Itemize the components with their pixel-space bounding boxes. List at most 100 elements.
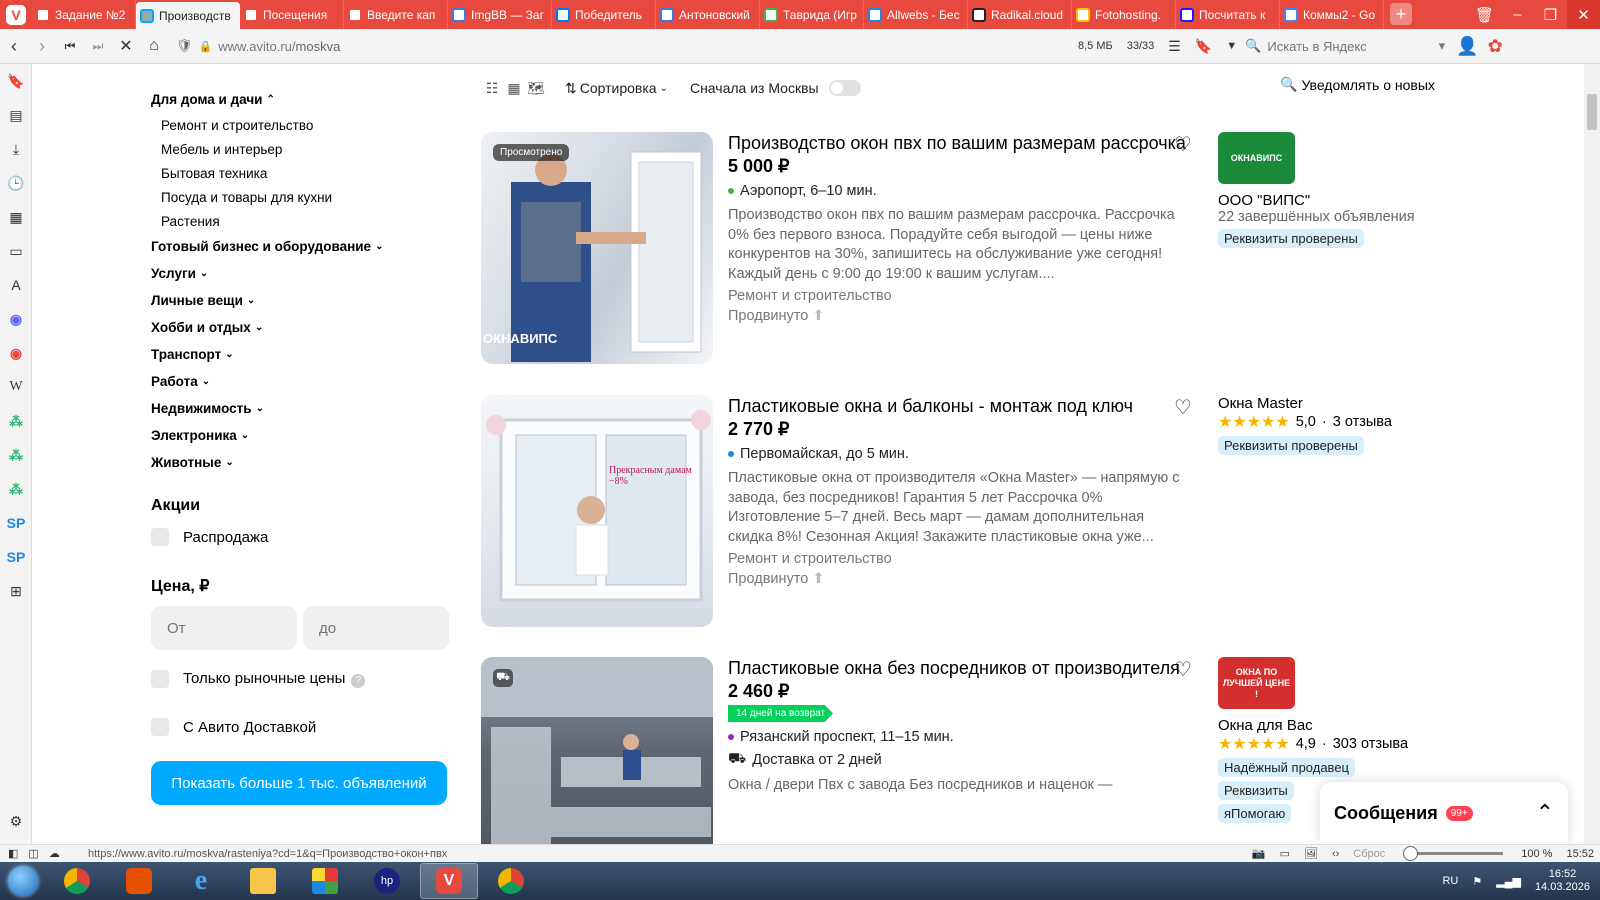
seller-name[interactable]: Окна для Вас <box>1218 717 1478 734</box>
reading-list-icon[interactable]: ▤ <box>0 98 32 132</box>
zoom-level[interactable]: 100 % <box>1521 848 1552 860</box>
trash-icon[interactable]: 🗑 <box>1468 0 1501 29</box>
notify-new-button[interactable]: 🔍 Уведомлять о новых <box>1280 76 1435 93</box>
page-scrollbar[interactable] <box>1584 64 1600 844</box>
web-panel-icon[interactable]: ⁂ <box>0 438 32 472</box>
browser-tab[interactable]: Задание №2 <box>32 0 136 29</box>
zoom-slider[interactable] <box>1403 846 1504 861</box>
listing-photo[interactable]: Прекрасным дамам −8% <box>481 395 713 627</box>
sp-panel-icon[interactable]: SP <box>0 506 32 540</box>
browser-tab[interactable]: ImgBB — Заг <box>448 0 552 29</box>
favorite-heart-icon[interactable]: ♡ <box>1174 657 1192 682</box>
grid-view-icon[interactable]: ▦ <box>503 80 525 97</box>
window-icon[interactable]: ▭ <box>1280 847 1290 860</box>
tray-flag-icon[interactable]: ⚑ <box>1472 875 1482 888</box>
listing-title[interactable]: Пластиковые окна без посредников от прои… <box>728 657 1188 679</box>
subcategory-item[interactable]: Бытовая техника <box>151 161 451 185</box>
hp-taskbar-icon[interactable]: hp <box>358 863 416 899</box>
office-taskbar-icon[interactable] <box>296 863 354 899</box>
browser-tab[interactable]: Allwebs - Бес <box>864 0 968 29</box>
extension-icon[interactable]: ✿ <box>1481 32 1509 60</box>
listing-title[interactable]: Пластиковые окна и балконы - монтаж под … <box>728 395 1188 417</box>
scrollbar-thumb[interactable] <box>1587 94 1597 130</box>
close-window-button[interactable]: ✕ <box>1567 0 1600 29</box>
category-item[interactable]: Недвижимость ⌄ <box>151 395 451 422</box>
forward-button[interactable]: › <box>28 32 56 60</box>
category-item[interactable]: Животные ⌄ <box>151 449 451 476</box>
profile-avatar-icon[interactable]: 👤 <box>1453 32 1481 60</box>
category-item[interactable]: Хобби и отдых ⌄ <box>151 314 451 341</box>
fast-forward-button[interactable]: ⏭ <box>84 32 112 60</box>
category-item[interactable]: Работа ⌄ <box>151 368 451 395</box>
browser-tab[interactable]: Производств <box>136 2 240 29</box>
window-panel-icon[interactable]: ▭ <box>0 234 32 268</box>
new-tab-button[interactable]: + <box>1390 3 1412 25</box>
category-item[interactable]: Услуги ⌄ <box>151 260 451 287</box>
panel-toggle-icon[interactable]: ◧ <box>8 847 18 860</box>
image-icon[interactable]: 🖼 <box>1304 847 1318 860</box>
stop-loading-button[interactable]: ✕ <box>112 32 140 60</box>
listing-card[interactable]: Просмотрено ОКНАВИПС Производство окон п… <box>481 132 1481 372</box>
listing-title[interactable]: Производство окон пвх по вашим размерам … <box>728 132 1188 154</box>
browser-tab[interactable]: Введите кап <box>344 0 448 29</box>
chrome-profile-taskbar-icon[interactable] <box>482 863 540 899</box>
subcategory-item[interactable]: Растения <box>151 209 451 233</box>
category-item[interactable]: Электроника ⌄ <box>151 422 451 449</box>
browser-tab[interactable]: Победитель <box>552 0 656 29</box>
zoom-slider-knob[interactable] <box>1403 846 1419 861</box>
language-indicator[interactable]: RU <box>1442 875 1458 887</box>
mastodon-icon[interactable]: ◉ <box>0 302 32 336</box>
moscow-first-toggle[interactable] <box>828 80 861 96</box>
subcategory-item[interactable]: Мебель и интерьер <box>151 137 451 161</box>
browser-tab[interactable]: Таврида (Игр <box>760 0 864 29</box>
listing-card[interactable]: Прекрасным дамам −8% Пластиковые окна и … <box>481 395 1481 635</box>
sort-dropdown[interactable]: ⇅ Сортировка ⌄ <box>565 80 668 97</box>
start-button[interactable] <box>0 862 46 900</box>
home-button[interactable]: ⌂ <box>140 32 168 60</box>
notes-icon[interactable]: ▦ <box>0 200 32 234</box>
reader-icon[interactable]: ☰ <box>1168 38 1181 55</box>
list-view-icon[interactable]: ☷ <box>481 80 503 97</box>
browser-tab[interactable]: Коммы2 - Go <box>1280 0 1384 29</box>
yandex-search-input[interactable]: 🔍 Искать в Яндекс ▾ <box>1245 38 1445 54</box>
chrome-taskbar-icon[interactable] <box>48 863 106 899</box>
rewind-button[interactable]: ⏮ <box>56 32 84 60</box>
seller-name[interactable]: Окна Master <box>1218 395 1478 412</box>
vivaldi-taskbar-icon[interactable]: V <box>420 863 478 899</box>
add-panel-icon[interactable]: ⊞ <box>0 574 32 608</box>
web-panel-icon[interactable]: ⁂ <box>0 404 32 438</box>
browser-tab[interactable]: Посчитать к <box>1176 0 1280 29</box>
code-icon[interactable]: ‹› <box>1332 848 1339 860</box>
capture-icon[interactable]: 📷 <box>1252 847 1266 860</box>
sale-checkbox-row[interactable]: Распродажа <box>151 520 451 554</box>
favorite-heart-icon[interactable]: ♡ <box>1174 395 1192 420</box>
bookmark-icon[interactable]: 🔖 <box>1195 38 1212 55</box>
search-engine-chevron-icon[interactable]: ▾ <box>1439 38 1446 54</box>
history-icon[interactable]: 🕒 <box>0 166 32 200</box>
help-icon[interactable]: ? <box>351 673 366 688</box>
chevron-up-icon[interactable]: ⌃ <box>1536 800 1554 826</box>
seller-logo[interactable]: ОКНА ПО ЛУЧШЕЙ ЦЕНЕ ! <box>1218 657 1295 709</box>
price-from-input[interactable] <box>151 606 297 650</box>
translate-icon[interactable]: A <box>0 268 32 302</box>
browser-tab[interactable]: Radikal.cloud <box>968 0 1072 29</box>
listing-photo[interactable]: ⛟ <box>481 657 713 844</box>
web-panel-icon[interactable]: ⁂ <box>0 472 32 506</box>
category-item[interactable]: Готовый бизнес и оборудование ⌄ <box>151 233 451 260</box>
messages-popup[interactable]: Сообщения 99+ ⌃ <box>1320 782 1568 844</box>
price-to-input[interactable] <box>303 606 449 650</box>
wikipedia-icon[interactable]: W <box>0 370 32 404</box>
tiling-icon[interactable]: ◫ <box>28 847 38 860</box>
market-price-checkbox-row[interactable]: Только рыночные цены? <box>151 662 451 696</box>
url-field[interactable]: 🛡 🔒 www.avito.ru/moskva <box>176 38 1046 54</box>
sp-panel-icon[interactable]: SP <box>0 540 32 574</box>
category-item[interactable]: Личные вещи ⌄ <box>151 287 451 314</box>
category-item[interactable]: Для дома и дачи ⌃ <box>151 86 451 113</box>
downloads-icon[interactable]: ⤓ <box>0 132 32 166</box>
sale-checkbox[interactable] <box>151 528 169 546</box>
seller-logo[interactable]: ОКНАВИПС <box>1218 132 1295 184</box>
favorite-heart-icon[interactable]: ♡ <box>1174 132 1192 157</box>
browser-tab[interactable]: Антоновский <box>656 0 760 29</box>
map-view-icon[interactable]: 🗺 <box>525 80 547 97</box>
settings-gear-icon[interactable]: ⚙ <box>0 804 32 838</box>
